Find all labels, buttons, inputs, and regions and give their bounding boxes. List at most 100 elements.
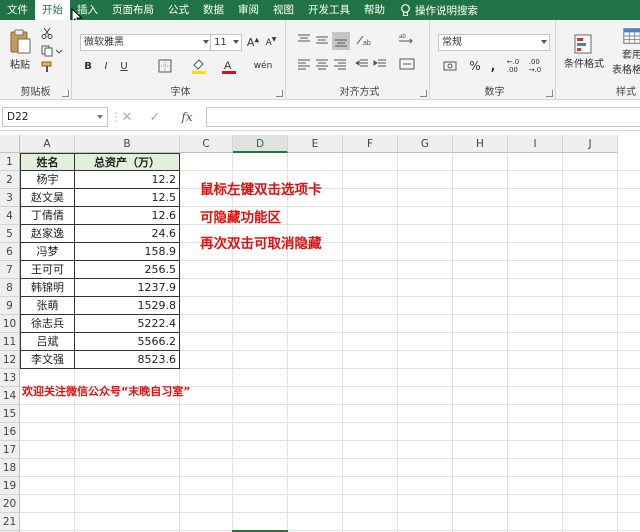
increase-decimal-button[interactable]: ←.0.00 xyxy=(504,58,522,74)
tab-help[interactable]: 帮助 xyxy=(357,0,392,20)
table-cell-assets[interactable]: 12.2 xyxy=(75,171,180,189)
percent-button[interactable]: % xyxy=(468,58,482,74)
phonetic-button[interactable]: wén xyxy=(252,58,274,74)
align-bottom-button[interactable] xyxy=(332,32,350,50)
row-header-16[interactable]: 16 xyxy=(0,423,20,441)
row-header-13[interactable]: 13 xyxy=(0,369,20,387)
column-header-i[interactable]: I xyxy=(508,135,563,153)
table-cell-assets[interactable]: 1529.8 xyxy=(75,297,180,315)
table-cell-name[interactable]: 吕斌 xyxy=(20,333,75,351)
orientation-button[interactable]: ab xyxy=(354,32,372,48)
table-cell-name[interactable]: 徐志兵 xyxy=(20,315,75,333)
row-header-9[interactable]: 9 xyxy=(0,297,20,315)
row-header-18[interactable]: 18 xyxy=(0,459,20,477)
tab-home[interactable]: 开始 xyxy=(35,0,70,20)
column-header-a[interactable]: A xyxy=(20,135,75,153)
name-box[interactable]: D22 xyxy=(2,107,108,127)
row-header-3[interactable]: 3 xyxy=(0,189,20,207)
table-cell-assets[interactable]: 5566.2 xyxy=(75,333,180,351)
row-header-15[interactable]: 15 xyxy=(0,405,20,423)
formula-input[interactable] xyxy=(206,107,640,127)
row-header-11[interactable]: 11 xyxy=(0,333,20,351)
fill-color-button[interactable] xyxy=(188,58,210,74)
row-header-19[interactable]: 19 xyxy=(0,477,20,495)
confirm-entry-button[interactable]: ✓ xyxy=(146,109,164,125)
column-header-e[interactable]: E xyxy=(288,135,343,153)
table-header-name[interactable]: 姓名 xyxy=(20,153,75,171)
tab-file[interactable]: 文件 xyxy=(0,0,35,20)
column-header-g[interactable]: G xyxy=(398,135,453,153)
tab-page-layout[interactable]: 页面布局 xyxy=(105,0,161,20)
clipboard-launcher[interactable] xyxy=(62,90,69,97)
table-cell-name[interactable]: 丁倩倩 xyxy=(20,207,75,225)
table-cell-name[interactable]: 李文强 xyxy=(20,351,75,369)
table-cell-assets[interactable]: 24.6 xyxy=(75,225,180,243)
number-format-select[interactable]: 常规 xyxy=(438,34,550,51)
column-header-b[interactable]: B xyxy=(75,135,180,153)
table-cell-assets[interactable]: 5222.4 xyxy=(75,315,180,333)
merge-center-button[interactable] xyxy=(396,56,418,72)
tab-developer[interactable]: 开发工具 xyxy=(301,0,357,20)
row-header-6[interactable]: 6 xyxy=(0,243,20,261)
align-center-button[interactable] xyxy=(314,56,330,72)
column-header-d[interactable]: D xyxy=(233,135,288,153)
align-top-button[interactable] xyxy=(296,32,312,48)
format-as-table-button[interactable]: 套用 表格格式 xyxy=(612,26,640,76)
font-color-button[interactable]: A xyxy=(218,58,240,74)
row-header-7[interactable]: 7 xyxy=(0,261,20,279)
row-header-12[interactable]: 12 xyxy=(0,351,20,369)
font-size-select[interactable]: 11 xyxy=(210,34,242,51)
column-header-h[interactable]: H xyxy=(453,135,508,153)
tell-me-search[interactable]: 操作说明搜索 xyxy=(392,3,478,18)
row-header-1[interactable]: 1 xyxy=(0,153,20,171)
tab-data[interactable]: 数据 xyxy=(196,0,231,20)
table-cell-name[interactable]: 张萌 xyxy=(20,297,75,315)
alignment-launcher[interactable] xyxy=(420,90,427,97)
column-header-j[interactable]: J xyxy=(563,135,618,153)
increase-font-button[interactable]: A▲ xyxy=(246,34,260,50)
table-cell-assets[interactable]: 12.6 xyxy=(75,207,180,225)
column-header-f[interactable]: F xyxy=(343,135,398,153)
row-header-10[interactable]: 10 xyxy=(0,315,20,333)
align-middle-button[interactable] xyxy=(314,32,330,48)
cancel-entry-button[interactable]: ✕ xyxy=(118,109,136,125)
table-cell-name[interactable]: 王可可 xyxy=(20,261,75,279)
conditional-formatting-button[interactable]: 条件格式 xyxy=(562,26,606,76)
column-header-c[interactable]: C xyxy=(180,135,233,153)
row-header-21[interactable]: 21 xyxy=(0,513,20,531)
number-launcher[interactable] xyxy=(546,90,553,97)
table-cell-assets[interactable]: 8523.6 xyxy=(75,351,180,369)
decrease-decimal-button[interactable]: .00 →.0 xyxy=(526,58,544,74)
align-left-button[interactable] xyxy=(296,56,312,72)
table-cell-assets[interactable]: 256.5 xyxy=(75,261,180,279)
copy-button[interactable] xyxy=(40,44,64,58)
paste-button[interactable]: 粘贴 xyxy=(4,24,36,74)
table-header-assets[interactable]: 总资产（万） xyxy=(75,153,180,171)
font-launcher[interactable] xyxy=(276,90,283,97)
table-cell-assets[interactable]: 158.9 xyxy=(75,243,180,261)
row-header-4[interactable]: 4 xyxy=(0,207,20,225)
wrap-text-button[interactable]: ab xyxy=(396,30,418,48)
table-cell-name[interactable]: 杨宇 xyxy=(20,171,75,189)
tab-view[interactable]: 视图 xyxy=(266,0,301,20)
table-cell-assets[interactable]: 12.5 xyxy=(75,189,180,207)
row-header-5[interactable]: 5 xyxy=(0,225,20,243)
format-painter-button[interactable] xyxy=(40,60,54,74)
table-cell-name[interactable]: 赵文昊 xyxy=(20,189,75,207)
table-cell-name[interactable]: 赵家逸 xyxy=(20,225,75,243)
decrease-indent-button[interactable] xyxy=(354,56,370,72)
row-header-17[interactable]: 17 xyxy=(0,441,20,459)
row-header-20[interactable]: 20 xyxy=(0,495,20,513)
table-cell-name[interactable]: 韩锦明 xyxy=(20,279,75,297)
italic-button[interactable]: I xyxy=(100,58,112,74)
font-name-select[interactable]: 微软雅黑 xyxy=(80,34,212,51)
table-cell-assets[interactable]: 1237.9 xyxy=(75,279,180,297)
borders-button[interactable] xyxy=(154,58,176,74)
cut-button[interactable] xyxy=(40,26,54,40)
accounting-format-button[interactable] xyxy=(440,58,462,74)
decrease-font-button[interactable]: A▼ xyxy=(264,34,278,50)
tab-review[interactable]: 审阅 xyxy=(231,0,266,20)
comma-style-button[interactable]: , xyxy=(486,58,500,74)
align-right-button[interactable] xyxy=(332,56,348,72)
insert-function-button[interactable]: fx xyxy=(176,109,198,125)
